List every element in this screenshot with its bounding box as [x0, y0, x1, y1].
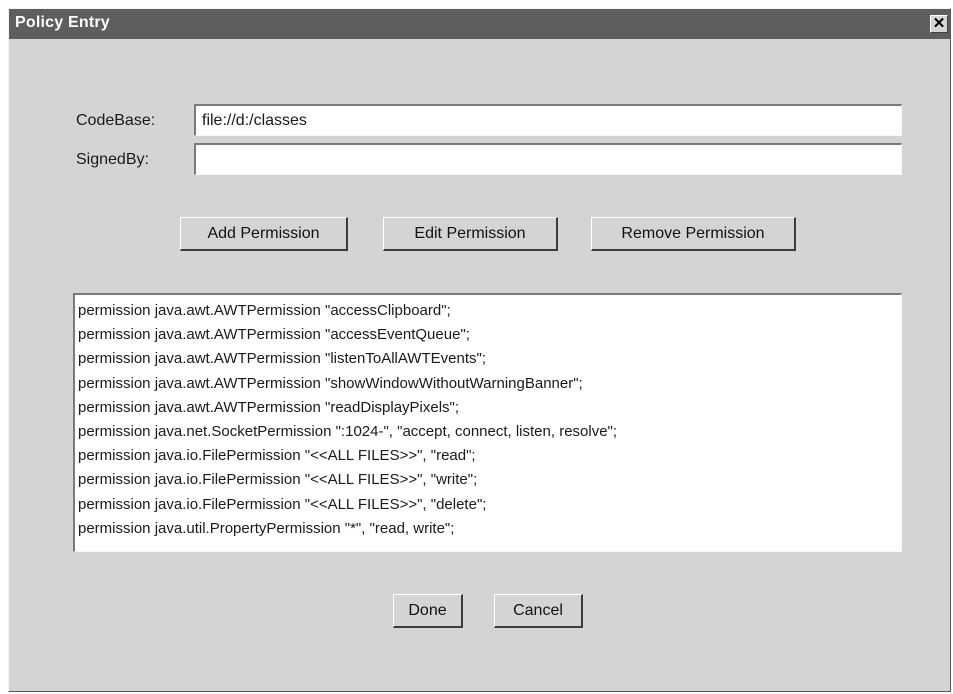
list-item[interactable]: permission java.awt.AWTPermission "acces…	[78, 323, 898, 347]
close-icon[interactable]: ✕	[930, 15, 948, 33]
codebase-label: CodeBase:	[76, 112, 156, 129]
window-title: Policy Entry	[15, 14, 110, 31]
signedby-input[interactable]	[194, 143, 902, 175]
codebase-input[interactable]	[194, 104, 902, 136]
list-item[interactable]: permission java.io.FilePermission "<<ALL…	[78, 493, 898, 517]
remove-permission-button[interactable]: Remove Permission	[591, 217, 796, 251]
list-item[interactable]: permission java.net.SocketPermission ":1…	[78, 420, 898, 444]
list-item[interactable]: permission java.awt.AWTPermission "liste…	[78, 347, 898, 371]
list-item[interactable]: permission java.util.PropertyPermission …	[78, 517, 898, 541]
title-bar[interactable]: Policy Entry ✕	[9, 9, 950, 39]
list-item[interactable]: permission java.awt.AWTPermission "acces…	[78, 299, 898, 323]
add-permission-button[interactable]: Add Permission	[180, 217, 348, 251]
cancel-button[interactable]: Cancel	[494, 594, 583, 628]
list-item[interactable]: permission java.io.FilePermission "<<ALL…	[78, 468, 898, 492]
list-item[interactable]: permission java.awt.AWTPermission "readD…	[78, 396, 898, 420]
edit-permission-button[interactable]: Edit Permission	[383, 217, 558, 251]
list-item[interactable]: permission java.awt.AWTPermission "showW…	[78, 372, 898, 396]
list-item[interactable]: permission java.io.FilePermission "<<ALL…	[78, 444, 898, 468]
done-button[interactable]: Done	[393, 594, 463, 628]
signedby-label: SignedBy:	[76, 151, 149, 168]
policy-entry-dialog: Policy Entry ✕ CodeBase: SignedBy: Add P…	[8, 8, 951, 692]
permissions-list[interactable]: permission java.awt.AWTPermission "acces…	[73, 293, 902, 552]
